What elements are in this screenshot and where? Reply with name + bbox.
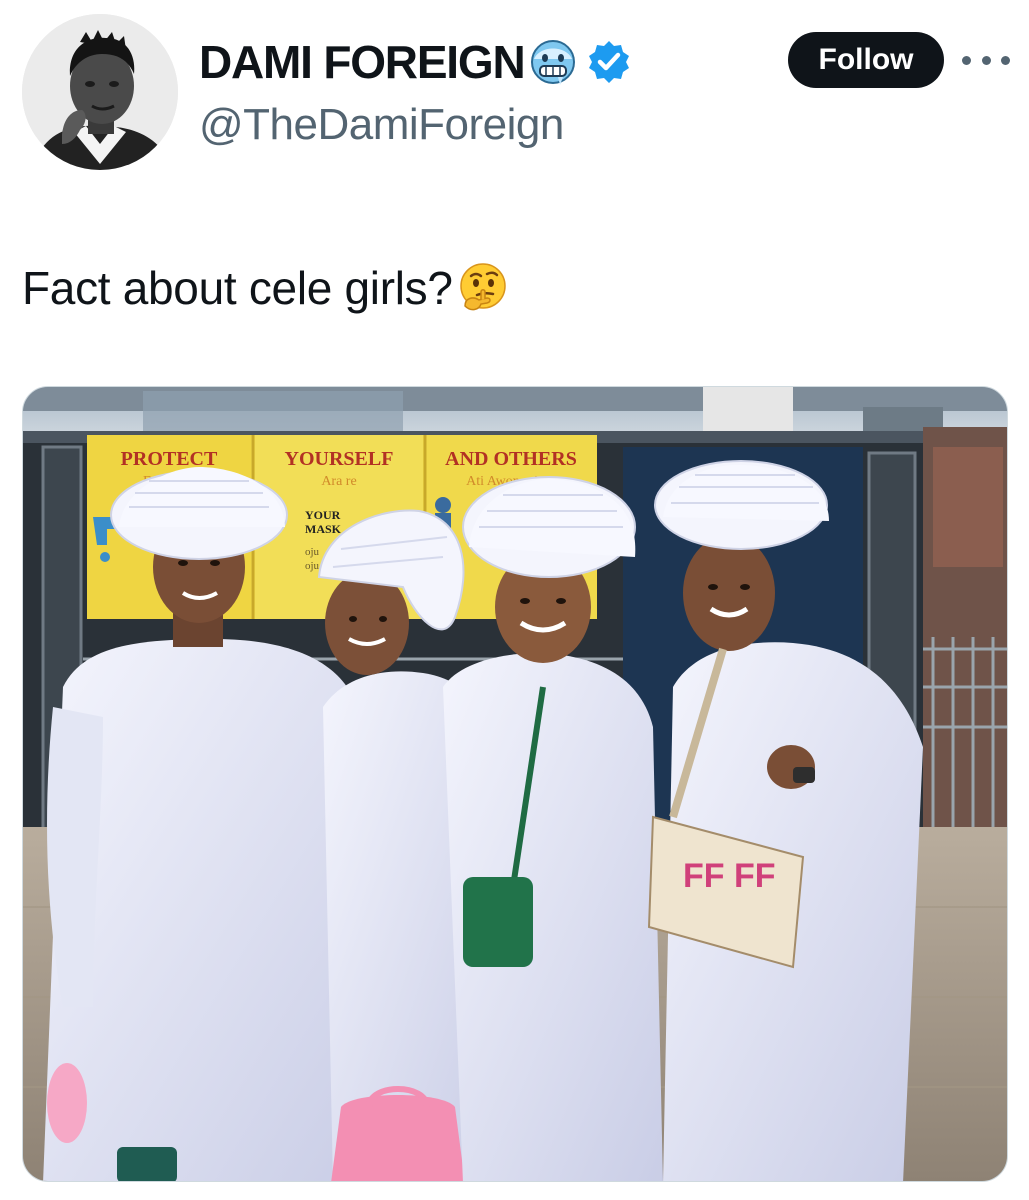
author-display-name[interactable]: DAMI FOREIGN [199, 36, 526, 88]
sign-word-others: AND OTHERS [445, 448, 577, 470]
tweet-card: DAMI FOREIGN @TheDamiForeign Follow Fact… [0, 0, 1029, 1200]
sign-mask-line1: YOUR [305, 508, 341, 522]
sign-sub-yourself: Ara re [321, 474, 356, 489]
ellipsis-dot [981, 55, 991, 65]
bag-logo-text: FF FF [683, 857, 776, 895]
sign-word-protect: PROTECT [121, 448, 218, 470]
ellipsis-dot [1001, 55, 1010, 65]
avatar-portrait-image [22, 14, 178, 170]
sign-mask-line2: MASK [305, 522, 342, 536]
cold-face-emoji-icon [531, 40, 576, 85]
tweet-text-content: Fact about cele girls? [22, 262, 453, 314]
tweet-media-photo[interactable]: PROTECT Dab YOURSELF Ara re AND OTHERS A… [22, 386, 1008, 1182]
photo-illustration: PROTECT Dab YOURSELF Ara re AND OTHERS A… [23, 387, 1007, 1181]
tweet-text: Fact about cele girls? [22, 256, 509, 320]
more-options-icon[interactable] [962, 46, 1010, 74]
follow-button[interactable]: Follow [788, 32, 944, 88]
author-name-row: DAMI FOREIGN [199, 36, 632, 88]
verified-badge-icon[interactable] [586, 39, 632, 85]
ellipsis-dot [962, 55, 971, 65]
author-handle[interactable]: @TheDamiForeign [199, 97, 564, 153]
sign-word-yourself: YOURSELF [285, 448, 394, 470]
sign-mask-line3: oju [305, 546, 320, 558]
avatar[interactable] [22, 14, 178, 170]
thinking-face-emoji-icon [459, 263, 506, 311]
